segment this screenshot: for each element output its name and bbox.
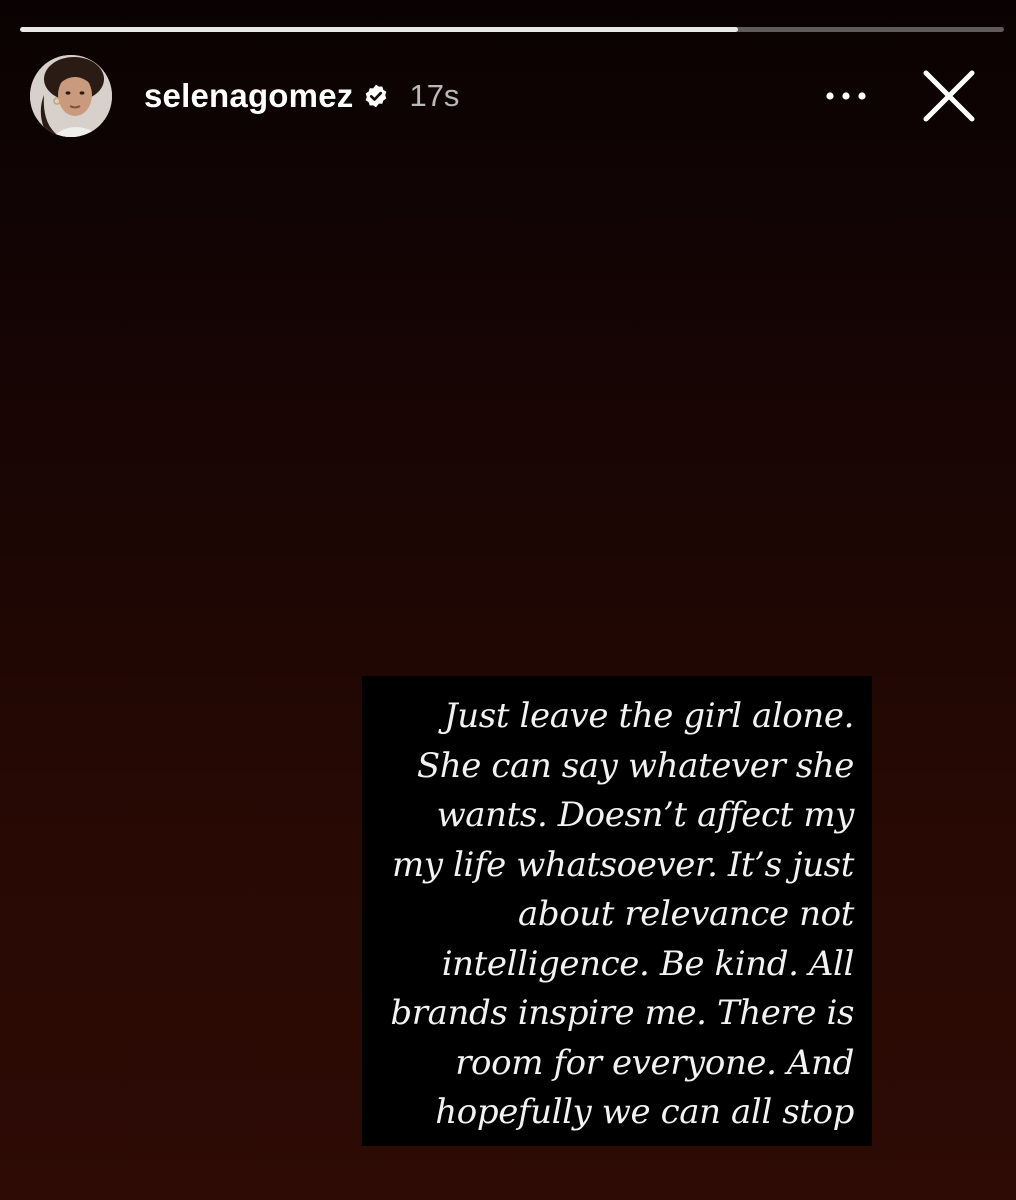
more-dots-graphic	[826, 92, 866, 100]
caption-line: room for everyone. And	[455, 1042, 854, 1083]
caption-line: about relevance not	[517, 894, 854, 934]
caption-line: hopefully we can all stop	[435, 1092, 854, 1132]
caption-line: Just leave the girl alone.	[444, 696, 854, 736]
avatar[interactable]	[30, 55, 112, 137]
verified-badge-icon	[366, 84, 387, 108]
username[interactable]: selenagomez	[144, 77, 353, 115]
close-icon[interactable]	[920, 67, 978, 125]
more-horizontal-icon[interactable]	[824, 74, 868, 118]
caption-line: She can say whatever she	[416, 745, 855, 786]
caption-line: wants. Doesn’t affect my	[436, 795, 855, 835]
story-viewer[interactable]: selenagomez 17s Just leave the girl alon…	[0, 0, 1016, 1200]
story-header: selenagomez 17s	[30, 54, 996, 138]
avatar-image	[30, 55, 112, 137]
story-timestamp: 17s	[409, 78, 460, 113]
story-progress-fill	[20, 27, 739, 32]
caption-line: brands inspire me. There is	[390, 993, 854, 1033]
caption-line: intelligence. Be kind. All	[441, 943, 855, 984]
story-text-card: Just leave the girl alone. She can say wh…	[362, 676, 872, 1146]
story-progress-bar	[20, 27, 1004, 32]
caption-line: my life whatsoever. It’s just	[391, 844, 854, 885]
